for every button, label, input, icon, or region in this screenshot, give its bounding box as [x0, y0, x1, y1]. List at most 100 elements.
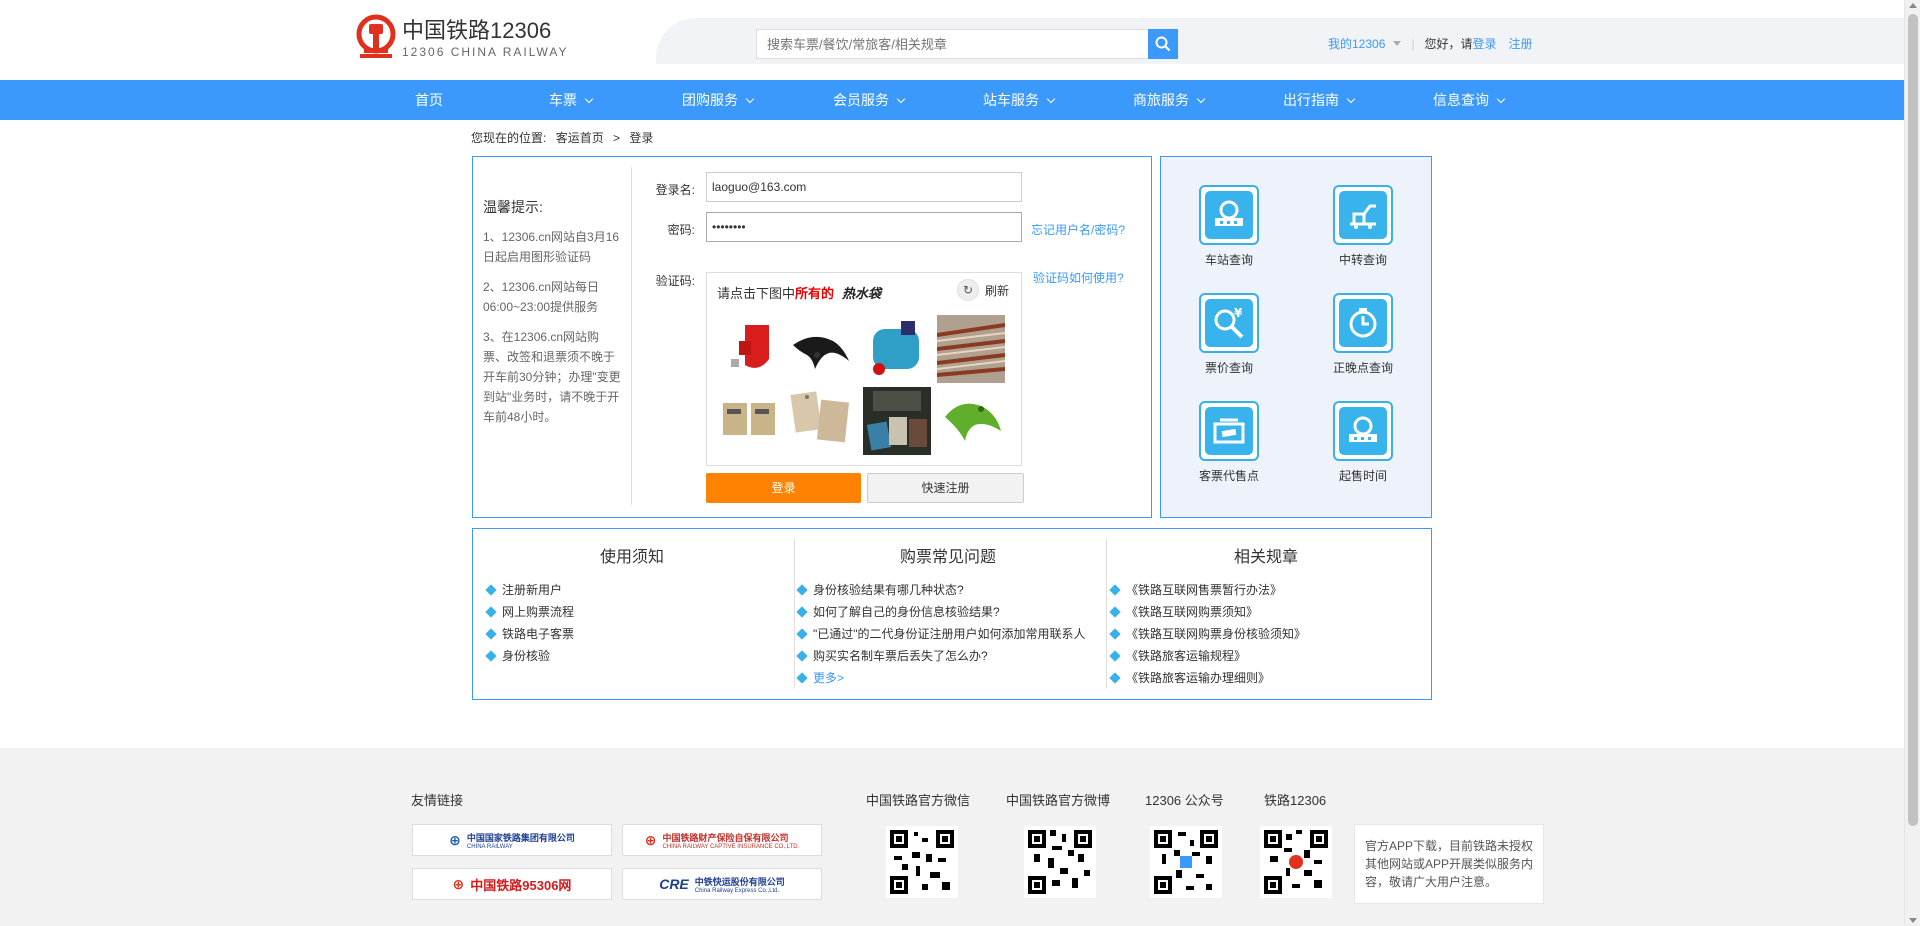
chevron-down-icon: [745, 94, 755, 104]
partner-name: 中国铁路财产保险自保有限公司: [662, 832, 789, 843]
nav-item-station[interactable]: 站车服务: [983, 80, 1056, 120]
list-item[interactable]: 网上购票流程: [485, 601, 777, 623]
service-transfer-query[interactable]: 中转查询: [1313, 185, 1413, 268]
password-field[interactable]: ••••••••: [706, 212, 1022, 242]
list-item[interactable]: 《铁路互联网售票暂行办法》: [1109, 579, 1421, 601]
nav-item-info[interactable]: 信息查询: [1433, 80, 1506, 120]
nav-item-tickets[interactable]: 车票: [549, 80, 594, 120]
captcha-image-6[interactable]: [787, 387, 855, 455]
service-delay-query[interactable]: 正晚点查询: [1313, 293, 1413, 376]
scroll-down-icon[interactable]: [1909, 918, 1917, 923]
chevron-down-icon: [1346, 94, 1356, 104]
service-sale-time[interactable]: 起售时间: [1313, 401, 1413, 484]
list-item[interactable]: 《铁路旅客运输办理细则》: [1109, 667, 1421, 689]
chevron-down-icon: [1393, 41, 1402, 46]
list-item[interactable]: 铁路电子客票: [485, 623, 777, 645]
partner-name: 中国国家铁路集团有限公司: [466, 832, 575, 843]
column-title: 使用须知: [599, 549, 664, 566]
list-item[interactable]: 《铁路互联网购票身份核验须知》: [1109, 623, 1421, 645]
nav-item-business[interactable]: 商旅服务: [1133, 80, 1206, 120]
service-label: 客票代售点: [1198, 469, 1259, 483]
list-item[interactable]: 注册新用户: [485, 579, 777, 601]
captcha-prompt-text: 请点击下图中: [717, 286, 796, 301]
service-label: 车站查询: [1204, 253, 1253, 267]
diamond-bullet-icon: [485, 628, 497, 640]
partner-link-cre[interactable]: CRE 中铁快运股份有限公司 China Railway Express Co.,…: [622, 868, 822, 900]
list-item[interactable]: 身份核验: [485, 645, 777, 667]
vertical-scrollbar[interactable]: [1904, 0, 1920, 926]
list-item-label: 《铁路互联网购票须知》: [1126, 605, 1259, 619]
login-button[interactable]: 登录: [706, 473, 861, 503]
list-item[interactable]: 身份核验结果有哪几种状态?: [796, 579, 1098, 601]
service-station-query[interactable]: 车站查询: [1179, 185, 1279, 268]
breadcrumb-home[interactable]: 客运首页: [556, 131, 604, 145]
list-item[interactable]: 购买实名制车票后丢失了怎么办?: [796, 645, 1098, 667]
service-ticket-agency[interactable]: 客票代售点: [1179, 401, 1279, 484]
nav-item-home[interactable]: 首页: [415, 80, 443, 120]
app-notice: 官方APP下载，目前铁路未授权其他网站或APP开展类似服务内容，敬请广大用户注意…: [1354, 824, 1544, 904]
list-item[interactable]: 《铁路互联网购票须知》: [1109, 601, 1421, 623]
search-button[interactable]: [1148, 29, 1178, 59]
scroll-up-icon[interactable]: [1909, 3, 1917, 8]
register-link[interactable]: 注册: [1509, 35, 1533, 52]
partner-link-95306[interactable]: ⊕ 中国铁路95306网: [412, 868, 612, 900]
captcha-image-1[interactable]: [715, 315, 783, 383]
search-input[interactable]: [757, 30, 1148, 58]
captcha-image-4[interactable]: [936, 315, 1006, 383]
nav-item-guide[interactable]: 出行指南: [1283, 80, 1356, 120]
list-item-label: 如何了解自己的身份信息核验结果?: [813, 605, 1000, 619]
list-item[interactable]: 如何了解自己的身份信息核验结果?: [796, 601, 1098, 623]
captcha-image-5[interactable]: [715, 387, 783, 455]
info-column-faq: 购票常见问题 身份核验结果有哪几种状态? 如何了解自己的身份信息核验结果? "已…: [796, 529, 1098, 699]
service-label: 中转查询: [1338, 253, 1387, 267]
list-item-label: 《铁路旅客运输办理细则》: [1126, 671, 1271, 685]
list-item-label: 购买实名制车票后丢失了怎么办?: [813, 649, 988, 663]
captcha-help-link[interactable]: 验证码如何使用?: [1033, 269, 1124, 286]
site-logo[interactable]: 中国铁路12306 12306 CHINA RAILWAY: [356, 14, 569, 62]
captcha-refresh-button[interactable]: ↻ 刷新: [956, 279, 1009, 301]
list-item[interactable]: 《铁路旅客运输规程》: [1109, 645, 1421, 667]
list-item-label: 《铁路互联网售票暂行办法》: [1126, 583, 1283, 597]
sale-time-icon: [1333, 401, 1393, 461]
diamond-bullet-icon: [796, 584, 808, 596]
refresh-label: 刷新: [984, 283, 1009, 298]
clock-icon: [1333, 293, 1393, 353]
more-link[interactable]: 更多>: [796, 667, 1098, 689]
diamond-bullet-icon: [1109, 584, 1121, 596]
partner-link-insurance[interactable]: ⊕ 中国铁路财产保险自保有限公司 CHINA RAILWAY CAPTIVE IN…: [622, 824, 822, 856]
nav-item-member[interactable]: 会员服务: [833, 80, 906, 120]
breadcrumb-current: 登录: [629, 131, 654, 145]
search-box: [756, 29, 1178, 59]
railway-logo-icon: ⊕: [644, 831, 657, 848]
diamond-bullet-icon: [1109, 628, 1121, 640]
captcha-image-3[interactable]: [863, 315, 931, 383]
captcha-image-7[interactable]: [863, 387, 931, 455]
diamond-bullet-icon: [485, 650, 497, 662]
forgot-password-link[interactable]: 忘记用户名/密码?: [1031, 221, 1125, 238]
captcha-image-8[interactable]: [937, 387, 1005, 455]
partner-name: 中铁快运股份有限公司: [694, 876, 785, 887]
divider: [794, 539, 795, 689]
scrollbar-thumb[interactable]: [1908, 14, 1918, 826]
divider: [631, 167, 632, 505]
tips-title: 温馨提示:: [483, 199, 543, 215]
tip-item: 3、在12306.cn网站购票、改签和退票须不晚于开车前30分钟；办理"变更到站…: [483, 330, 621, 424]
diamond-bullet-icon: [796, 606, 808, 618]
chevron-down-icon: [1496, 94, 1506, 104]
username-field[interactable]: laoguo@163.com: [706, 172, 1022, 202]
partner-subname: CHINA RAILWAY CAPTIVE INSURANCE CO.,LTD.: [662, 843, 800, 850]
tip-item: 2、12306.cn网站每日06:00~23:00提供服务: [483, 280, 600, 314]
captcha-image-2[interactable]: [787, 315, 855, 383]
service-price-query[interactable]: ¥ 票价查询: [1179, 293, 1279, 376]
login-link[interactable]: 登录: [1473, 35, 1497, 52]
partner-subname: CHINA RAILWAY: [466, 843, 513, 850]
nav-item-group[interactable]: 团购服务: [682, 80, 755, 120]
divider: [1106, 539, 1107, 689]
partner-link-china-railway[interactable]: ⊕ 中国国家铁路集团有限公司 CHINA RAILWAY: [412, 824, 612, 856]
list-item[interactable]: "已通过"的二代身份证注册用户如何添加常用联系人: [796, 623, 1098, 645]
nav-label: 站车服务: [983, 92, 1039, 108]
quick-services-panel: 车站查询 中转查询 ¥ 票价查询 正晚点查询 客票代售点 起售时间: [1160, 156, 1432, 518]
my12306-link[interactable]: 我的12306: [1328, 35, 1385, 52]
station-icon: [1199, 185, 1259, 245]
quick-register-button[interactable]: 快速注册: [867, 473, 1024, 503]
